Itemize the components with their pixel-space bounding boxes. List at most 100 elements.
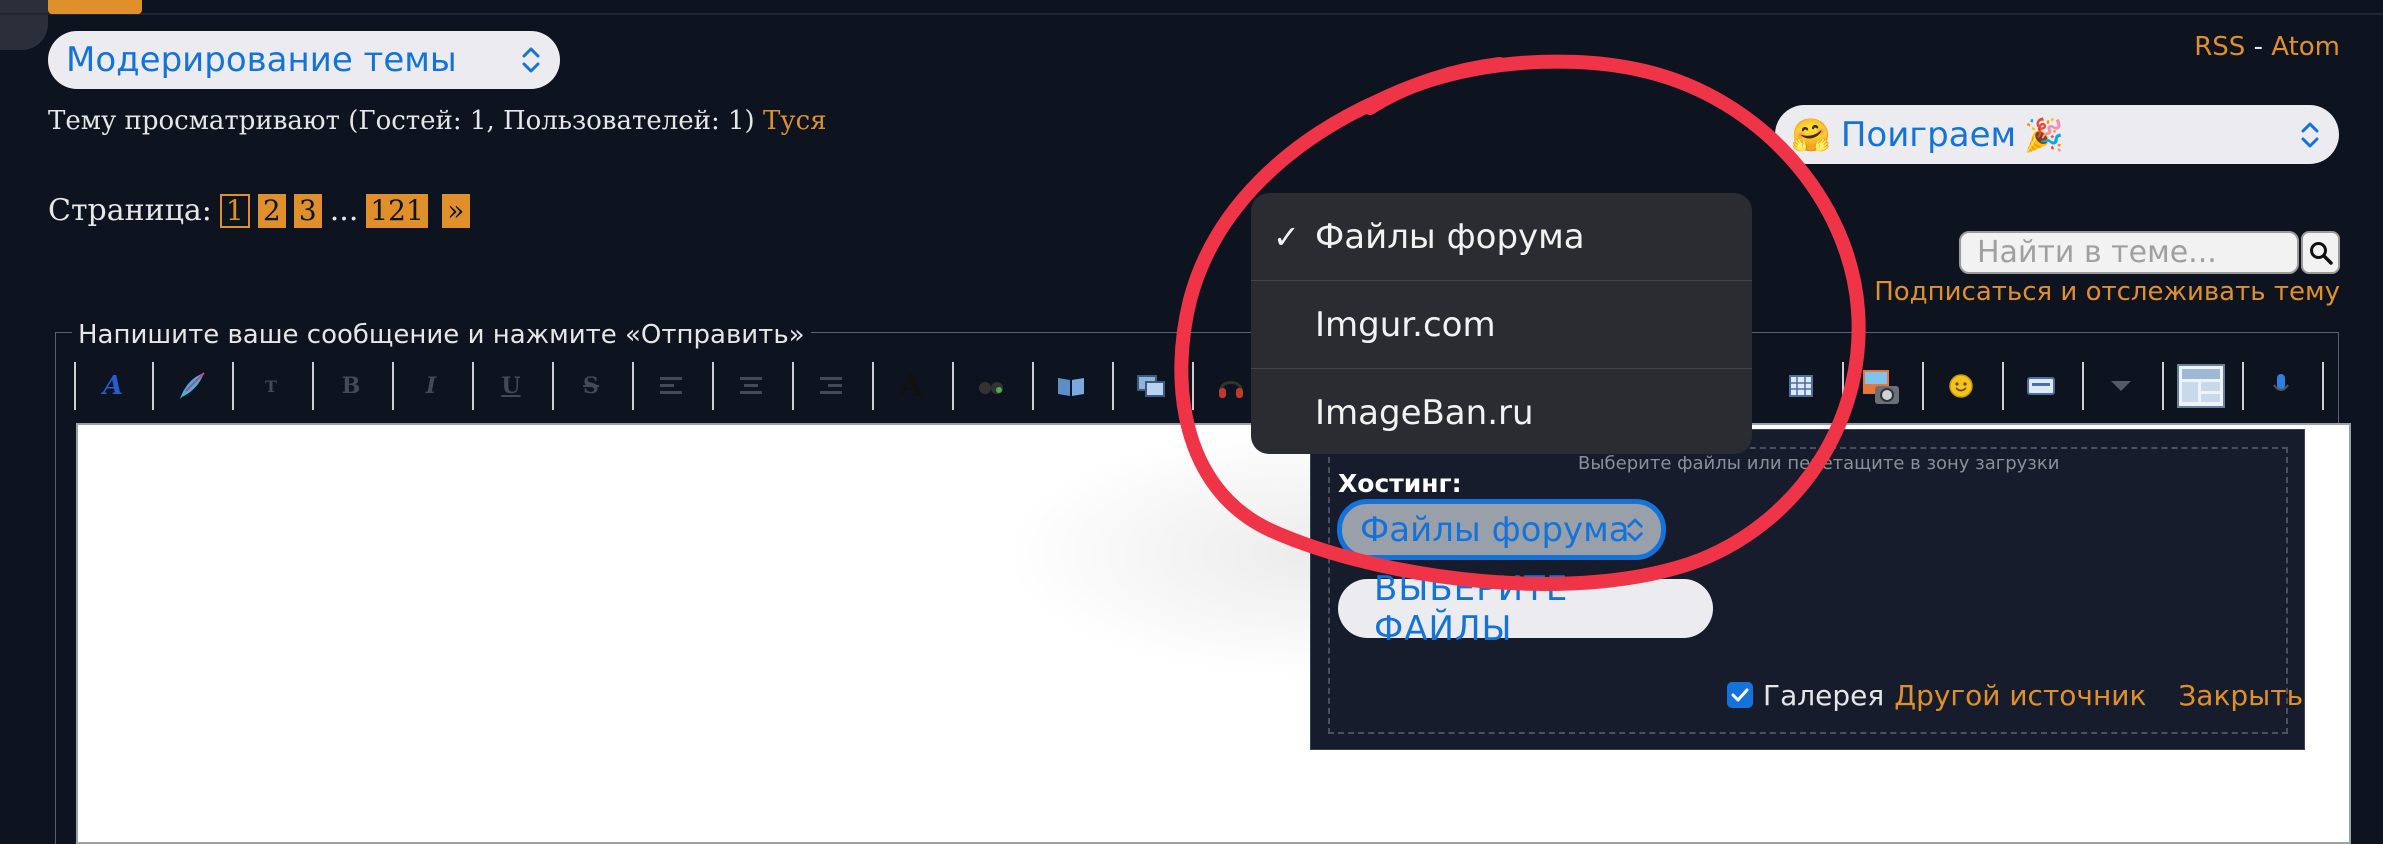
toolbar-separator <box>392 362 394 410</box>
toolbar-separator <box>312 362 314 410</box>
select-chevron-icon <box>522 47 540 73</box>
gallery-label: Галерея <box>1763 678 1885 712</box>
game-select-value: Поиграем <box>1840 114 2017 155</box>
editor-toolbar: A T B I U S A <box>70 356 2340 416</box>
feather-icon <box>180 372 205 399</box>
toolbar-separator <box>2082 362 2084 410</box>
choose-files-button[interactable]: ВЫБЕРИТЕ ФАЙЛЫ <box>1338 569 1713 649</box>
strike-icon: S <box>583 373 599 399</box>
table-button[interactable] <box>1776 356 1826 416</box>
toolbar-separator <box>1032 362 1034 410</box>
select-chevron-icon <box>2301 122 2319 147</box>
layout-button[interactable] <box>2176 356 2226 416</box>
bold-button[interactable]: B <box>326 356 376 416</box>
other-source-link[interactable]: Другой источник <box>1894 679 2146 712</box>
active-nav-tab[interactable] <box>48 0 142 14</box>
viewer-user-link[interactable]: Туся <box>763 106 827 136</box>
dropdown-option-label: Imgur.com <box>1315 304 1496 345</box>
atom-link[interactable]: Atom <box>2271 32 2340 62</box>
top-divider <box>0 13 2383 15</box>
mic-button[interactable] <box>2256 356 2306 416</box>
moderation-select[interactable]: Модерирование темы <box>48 31 560 89</box>
topic-viewers: Тему просматривают (Гостей: 1, Пользоват… <box>48 106 827 136</box>
underline-icon: U <box>501 373 521 399</box>
image-button[interactable] <box>1856 356 1906 416</box>
hosting-select[interactable]: Файлы форума <box>1337 499 1666 560</box>
dropdown-option-forum-files[interactable]: ✓ Файлы форума <box>1251 193 1752 280</box>
toolbar-separator <box>1842 362 1844 410</box>
toolbar-separator <box>2002 362 2004 410</box>
toolbar-separator <box>2242 362 2244 410</box>
hosting-select-value: Файлы форума <box>1360 509 1630 550</box>
subscribe-link[interactable]: Подписаться и отслеживать тему <box>1874 277 2340 307</box>
gallery-row: Галерея Другой источник Закрыть <box>1727 678 2303 712</box>
windows-icon <box>1137 375 1165 397</box>
smilies-button[interactable] <box>966 356 1016 416</box>
page-link-current[interactable]: 1 <box>219 193 250 228</box>
spoiler-button[interactable] <box>2016 356 2066 416</box>
next-page-button[interactable]: » <box>441 193 470 228</box>
dropdown-option-imgur[interactable]: Imgur.com <box>1251 281 1752 368</box>
viewers-text: Тему просматривают (Гостей: 1, Пользоват… <box>48 106 755 136</box>
checkmark-icon <box>1731 688 1749 702</box>
pagination-ellipsis: ... <box>329 193 359 228</box>
font-color-icon: A <box>899 368 923 404</box>
italic-button[interactable]: I <box>406 356 456 416</box>
more-button[interactable] <box>2096 356 2146 416</box>
font-style-button[interactable]: A <box>88 356 138 416</box>
corner-decoration <box>0 0 48 50</box>
smiley-icon <box>1949 374 1973 398</box>
page-link[interactable]: 2 <box>257 193 286 228</box>
underline-button[interactable]: U <box>486 356 536 416</box>
topic-search: Найти в теме... <box>1959 231 2340 274</box>
hosting-label: Хостинг: <box>1338 469 1462 498</box>
photo-camera-icon <box>1863 370 1899 404</box>
toolbar-separator <box>232 362 234 410</box>
toolbar-separator <box>2162 362 2164 410</box>
toolbar-separator <box>632 362 634 410</box>
dropdown-option-label: ImageBan.ru <box>1315 392 1534 433</box>
feed-separator: - <box>2245 32 2272 62</box>
search-button[interactable] <box>2301 231 2340 274</box>
close-upload-link[interactable]: Закрыть <box>2178 679 2303 712</box>
align-left-button[interactable] <box>646 356 696 416</box>
toolbar-separator <box>1112 362 1114 410</box>
align-center-icon <box>740 377 762 394</box>
font-color-button[interactable]: A <box>886 356 936 416</box>
pagination-label: Страница: <box>48 193 212 228</box>
search-icon <box>2309 241 2333 265</box>
hosting-dropdown-menu: ✓ Файлы форума Imgur.com ImageBan.ru <box>1251 193 1752 454</box>
align-right-icon <box>820 377 842 394</box>
audio-button[interactable] <box>1206 356 1256 416</box>
toolbar-separator <box>152 362 154 410</box>
caret-down-icon <box>2111 381 2131 391</box>
align-right-button[interactable] <box>806 356 856 416</box>
font-size-button[interactable]: T <box>246 356 296 416</box>
window-button[interactable] <box>1126 356 1176 416</box>
microphone-icon <box>2273 374 2289 391</box>
feed-links: RSS - Atom <box>2194 32 2340 62</box>
dropdown-option-imageban[interactable]: ImageBan.ru <box>1251 369 1752 454</box>
align-center-button[interactable] <box>726 356 776 416</box>
emoji-button[interactable] <box>1936 356 1986 416</box>
toolbar-separator <box>472 362 474 410</box>
table-icon <box>1789 375 1813 397</box>
game-select[interactable]: 🤗 Поиграем 🎉 <box>1775 105 2339 164</box>
bold-icon: B <box>341 373 361 399</box>
font-style-icon: A <box>102 371 124 401</box>
search-input[interactable]: Найти в теме... <box>1959 231 2299 274</box>
strike-button[interactable]: S <box>566 356 616 416</box>
pagination: Страница: 1 2 3 ... 121 » <box>48 193 470 228</box>
page-link[interactable]: 3 <box>293 193 322 228</box>
color-button[interactable] <box>166 356 216 416</box>
toolbar-separator <box>552 362 554 410</box>
quote-button[interactable] <box>1046 356 1096 416</box>
toolbar-separator <box>792 362 794 410</box>
toolbar-separator <box>2322 362 2324 410</box>
book-icon <box>1058 378 1084 396</box>
toolbar-separator <box>712 362 714 410</box>
rss-link[interactable]: RSS <box>2194 32 2245 62</box>
selected-check-icon: ✓ <box>1273 217 1300 256</box>
gallery-checkbox[interactable] <box>1727 682 1753 708</box>
page-link-last[interactable]: 121 <box>366 193 428 228</box>
